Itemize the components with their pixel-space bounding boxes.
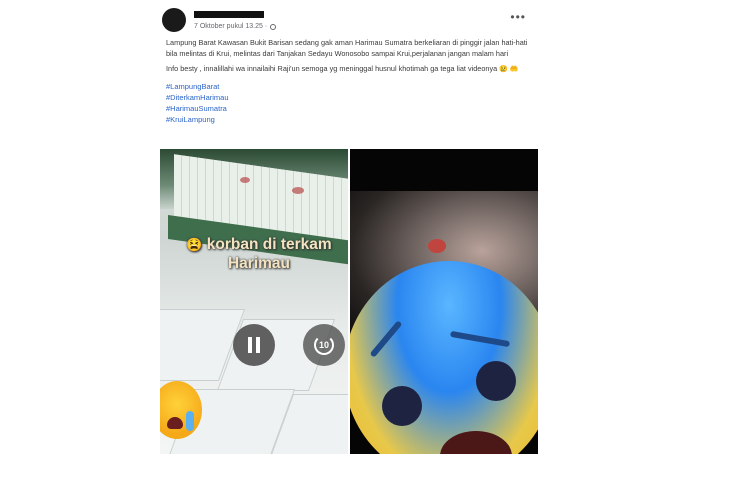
post-media: 😫 korban di terkam Harimau 10 [160, 149, 538, 454]
post-header: 7 Oktober pukul 13.25 · ••• [162, 8, 534, 34]
avatar[interactable] [162, 8, 186, 32]
hashtag-link[interactable]: #LampungBarat [166, 81, 534, 92]
post-meta: 7 Oktober pukul 13.25 · [194, 23, 277, 30]
facebook-post: 7 Oktober pukul 13.25 · ••• Lampung Bara… [158, 0, 538, 487]
post-paragraph: Lampung Barat Kawasan Bukit Barisan seda… [166, 38, 528, 58]
video-caption: 😫 korban di terkam Harimau [186, 236, 332, 272]
pause-icon[interactable] [233, 324, 275, 366]
hashtag-link[interactable]: #KruiLampung [166, 114, 534, 125]
hashtag-link[interactable]: #DiterkamHarimau [166, 92, 534, 103]
hashtag-list: #LampungBarat #DiterkamHarimau #HarimauS… [166, 81, 534, 125]
video-background [292, 187, 304, 194]
fearful-emoji-sticker [350, 261, 538, 454]
caption-emoji: 😫 [186, 237, 203, 252]
post-paragraph: Info besty , innalillahi wa innailaihi R… [166, 64, 519, 73]
emoji: 😢 🤲 [499, 66, 519, 73]
post-body: Lampung Barat Kawasan Bukit Barisan seda… [166, 38, 534, 125]
globe-icon [270, 23, 277, 30]
hashtag-link[interactable]: #HarimauSumatra [166, 103, 534, 114]
replay-10-icon[interactable]: 10 [303, 324, 345, 366]
video-background [240, 177, 250, 183]
redacted-author-name[interactable] [194, 11, 264, 18]
post-timestamp[interactable]: 7 Oktober pukul 13.25 [194, 23, 263, 30]
more-options-icon[interactable]: ••• [510, 11, 526, 23]
post-photo[interactable] [350, 149, 538, 454]
video-player[interactable]: 😫 korban di terkam Harimau 10 [160, 149, 348, 454]
photo-subject [428, 239, 446, 253]
